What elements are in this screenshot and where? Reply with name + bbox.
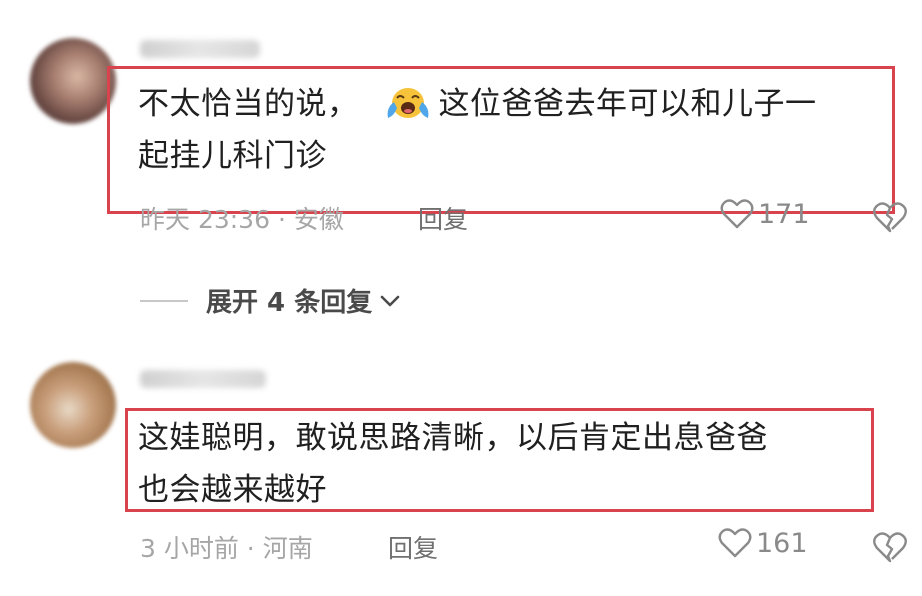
username-blurred[interactable] bbox=[140, 370, 266, 388]
broken-heart-icon[interactable] bbox=[872, 530, 908, 564]
heart-icon bbox=[718, 528, 752, 558]
comment-meta: 昨天 23:36 · 安徽 bbox=[140, 205, 344, 234]
highlight-box bbox=[125, 408, 874, 512]
like-count: 171 bbox=[758, 198, 810, 230]
comment-meta: 3 小时前 · 河南 bbox=[140, 534, 313, 563]
divider-line bbox=[140, 299, 188, 302]
highlight-box bbox=[107, 66, 895, 214]
reply-button[interactable]: 回复 bbox=[388, 529, 438, 565]
like-button[interactable]: 171 bbox=[720, 198, 810, 230]
avatar[interactable] bbox=[30, 38, 116, 124]
like-button[interactable]: 161 bbox=[718, 527, 808, 559]
avatar[interactable] bbox=[30, 362, 116, 448]
reply-button[interactable]: 回复 bbox=[418, 200, 468, 236]
broken-heart-icon[interactable] bbox=[872, 200, 908, 234]
heart-icon bbox=[720, 199, 754, 229]
like-count: 161 bbox=[756, 527, 808, 559]
username-blurred[interactable] bbox=[140, 40, 260, 58]
expand-replies-button[interactable]: 展开 4 条回复 bbox=[140, 282, 402, 319]
expand-replies-label: 展开 4 条回复 bbox=[206, 288, 373, 318]
chevron-down-icon bbox=[380, 295, 400, 306]
